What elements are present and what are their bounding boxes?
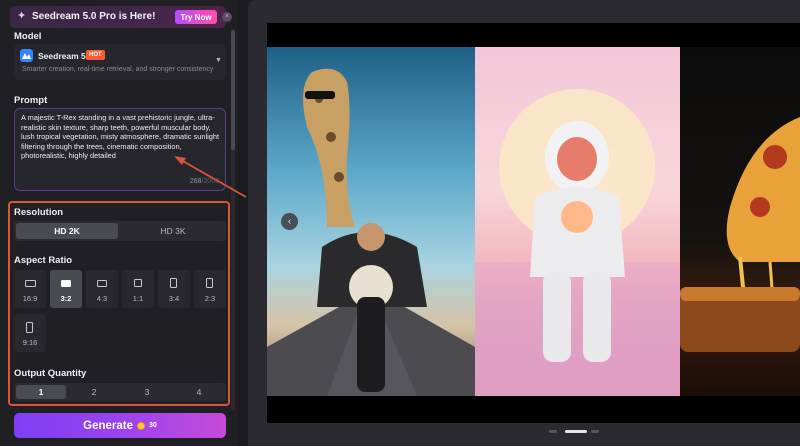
aspect-ratio-3-2[interactable]: 3:2 [50,270,82,308]
aspect-ratio-section-label: Aspect Ratio [14,255,73,266]
ratio-portrait-icon [26,322,33,333]
gallery-image-astronaut-sunset[interactable] [475,47,680,396]
aspect-ratio-label: 9:16 [22,338,38,347]
aspect-ratio-2-3[interactable]: 2:3 [194,270,226,308]
quantity-option-label: 2 [91,387,97,397]
resolution-selector: HD 2K HD 3K [14,221,226,241]
chevron-left-icon[interactable]: ‹ [281,213,298,230]
ratio-landscape-icon [97,280,107,287]
aspect-ratio-3-4[interactable]: 3:4 [158,270,190,308]
quantity-option-label: 3 [144,387,150,397]
resolution-option[interactable]: HD 3K [122,223,224,239]
carousel-dot[interactable] [591,430,599,433]
aspect-ratio-label: 3:4 [168,294,180,303]
quantity-option[interactable]: 4 [174,385,224,399]
ratio-portrait-icon [206,278,213,288]
carousel-dot-active[interactable] [565,430,587,433]
resolution-option-label: HD 3K [160,226,186,236]
aspect-ratio-4-3[interactable]: 4:3 [86,270,118,308]
quantity-option-label: 4 [196,387,202,397]
aspect-ratio-1-1[interactable]: 1:1 [122,270,154,308]
quantity-option[interactable]: 3 [122,385,172,399]
giraffe-illustration [267,68,475,396]
carousel-dot[interactable] [549,430,557,433]
aspect-ratio-label: 3:2 [60,294,72,303]
resolution-option[interactable]: HD 2K [16,223,118,239]
aspect-ratio-9-16[interactable]: 9:16 [14,314,46,352]
resolution-section-label: Resolution [14,207,64,218]
resolution-option-label: HD 2K [54,226,80,236]
gallery-image-pizza[interactable] [680,47,800,396]
generate-button-label: Generate [83,419,134,432]
output-quantity-selector: 1 2 3 4 [14,383,226,401]
credit-coin-icon [137,421,146,430]
output-quantity-section-label: Output Quantity [14,368,87,379]
quantity-option[interactable]: 1 [16,385,66,399]
aspect-ratio-label: 2:3 [204,294,216,303]
quantity-option-label: 1 [38,387,44,397]
aspect-ratio-label: 1:1 [132,294,144,303]
astronaut-illustration [475,89,680,396]
generate-cost: 30 [149,422,157,429]
ratio-landscape-icon [25,280,36,287]
aspect-ratio-label: 4:3 [96,294,108,303]
quantity-option[interactable]: 2 [69,385,119,399]
generate-button[interactable]: Generate 30 [14,413,226,438]
pizza-illustration [680,117,800,352]
ratio-square-icon [134,279,142,287]
aspect-ratio-16-9[interactable]: 16:9 [14,270,46,308]
ratio-portrait-icon [170,278,177,288]
gallery-image-giraffe-motorcycle[interactable] [267,47,475,396]
ratio-landscape-icon [61,280,71,287]
aspect-ratio-label: 16:9 [22,294,38,303]
